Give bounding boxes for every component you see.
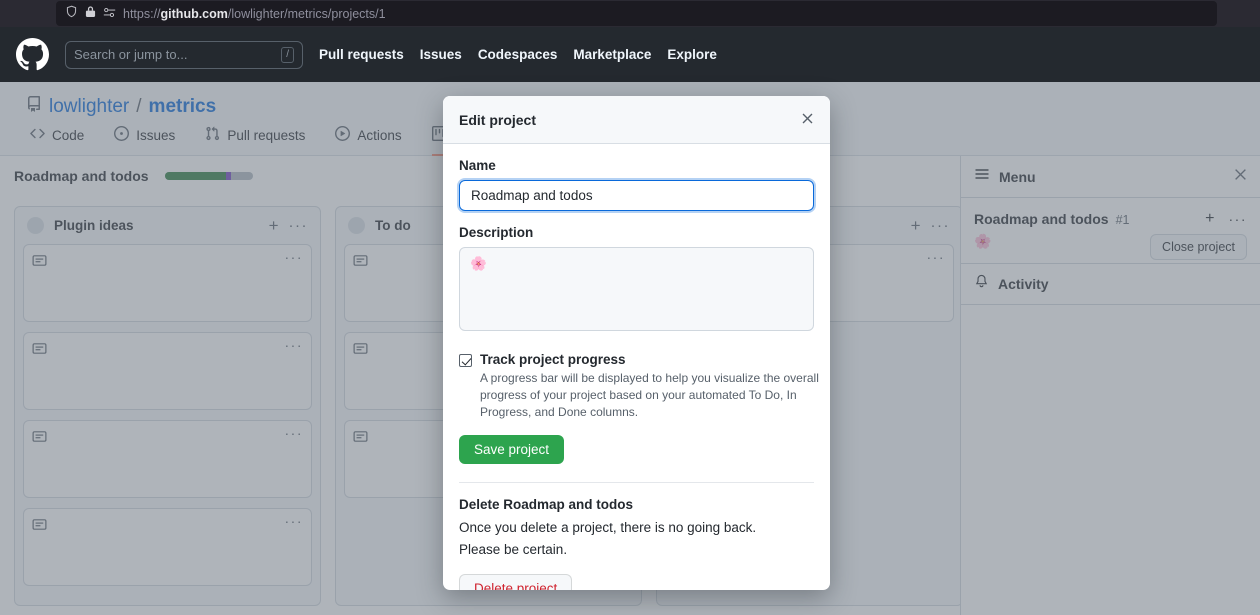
dialog-header: Edit project — [443, 96, 830, 144]
global-nav: Pull requests Issues Codespaces Marketpl… — [319, 47, 717, 62]
permissions-icon[interactable] — [103, 5, 116, 23]
delete-section-heading: Delete Roadmap and todos — [459, 497, 814, 512]
url-text: https://github.com/lowlighter/metrics/pr… — [123, 7, 386, 21]
screen-root: https://github.com/lowlighter/metrics/pr… — [0, 0, 1260, 615]
description-field-label: Description — [459, 225, 814, 240]
search-placeholder: Search or jump to... — [74, 47, 281, 62]
lock-icon — [85, 5, 96, 23]
global-nav-codespaces[interactable]: Codespaces — [478, 47, 558, 62]
dialog-divider — [459, 482, 814, 483]
browser-url-bar: https://github.com/lowlighter/metrics/pr… — [0, 0, 1260, 27]
global-nav-pull-requests[interactable]: Pull requests — [319, 47, 404, 62]
track-progress-row[interactable]: Track project progress — [459, 352, 814, 367]
edit-project-dialog: Edit project Name Description Track proj… — [443, 96, 830, 590]
search-input[interactable]: Search or jump to... / — [65, 41, 303, 69]
track-progress-checkbox[interactable] — [459, 354, 472, 367]
global-nav-marketplace[interactable]: Marketplace — [573, 47, 651, 62]
save-project-button[interactable]: Save project — [459, 435, 564, 464]
shield-icon — [65, 5, 78, 23]
global-nav-issues[interactable]: Issues — [420, 47, 462, 62]
search-shortcut-key: / — [281, 47, 294, 63]
close-icon[interactable] — [801, 112, 814, 128]
delete-project-button[interactable]: Delete project — [459, 574, 572, 590]
project-name-input[interactable] — [459, 180, 814, 211]
track-progress-label: Track project progress — [480, 352, 626, 367]
global-nav-explore[interactable]: Explore — [667, 47, 717, 62]
name-field-label: Name — [459, 158, 814, 173]
github-mark-icon[interactable] — [16, 38, 49, 71]
project-description-textarea[interactable] — [459, 247, 814, 331]
url-input[interactable]: https://github.com/lowlighter/metrics/pr… — [56, 1, 1217, 26]
dialog-title: Edit project — [459, 112, 801, 128]
delete-section-text: Once you delete a project, there is no g… — [459, 517, 789, 561]
github-global-header: Search or jump to... / Pull requests Iss… — [0, 27, 1260, 82]
dialog-body: Name Description Track project progress … — [443, 144, 830, 590]
track-progress-help-text: A progress bar will be displayed to help… — [480, 370, 820, 421]
